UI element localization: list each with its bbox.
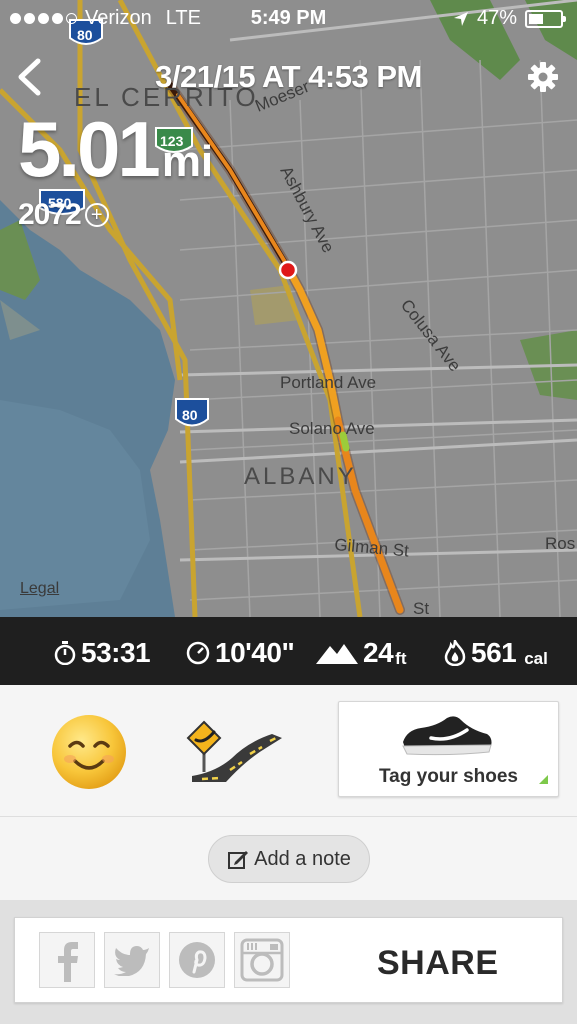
gear-icon: [528, 62, 558, 92]
location-arrow-icon: [453, 11, 468, 26]
distance-display: 5.01 mi: [18, 110, 213, 188]
map-label: St: [413, 599, 429, 617]
run-date-title: 3/21/15 AT 4:53 PM: [155, 59, 422, 94]
add-note-label: Add a note: [254, 847, 351, 870]
stat-duration: 53:31: [54, 637, 151, 669]
nikefuel-value: 2072: [18, 198, 82, 231]
edit-note-icon: [228, 851, 249, 869]
elevation-unit: ft: [395, 649, 407, 668]
run-header: 3/21/15 AT 4:53 PM: [0, 55, 577, 105]
map-legal-link[interactable]: Legal: [20, 580, 59, 598]
duration-value: 53:31: [81, 637, 151, 668]
elevation-value: 24: [363, 637, 394, 668]
twitter-share-button[interactable]: [104, 932, 160, 988]
nikefuel-display[interactable]: 2072 +: [18, 198, 109, 232]
map-label: Solano Ave: [289, 419, 375, 438]
battery-icon: [525, 9, 566, 28]
distance-unit: mi: [161, 137, 214, 186]
mood-button[interactable]: [50, 713, 128, 791]
run-details-panel: Tag your shoes Add a note: [0, 685, 577, 900]
shoe-icon: [402, 716, 492, 756]
speedometer-icon: [186, 641, 210, 665]
instagram-icon: [240, 938, 284, 982]
stats-bar: 53:31 10'40" 24 ft 561 cal: [0, 617, 577, 685]
share-button[interactable]: SHARE: [377, 944, 499, 983]
battery-fill: [529, 13, 544, 24]
calories-unit: cal: [524, 649, 548, 668]
facebook-icon: [58, 942, 78, 982]
corner-indicator: [539, 775, 548, 784]
share-section: SHARE: [0, 900, 577, 1024]
add-note-button[interactable]: Add a note: [208, 835, 370, 883]
tag-shoes-button[interactable]: Tag your shoes: [338, 701, 559, 797]
map-label: Portland Ave: [280, 373, 376, 392]
road-terrain-icon: [186, 720, 282, 782]
twitter-icon: [114, 946, 149, 976]
tag-shoes-label: Tag your shoes: [378, 766, 518, 787]
distance-value: 5.01: [18, 105, 161, 193]
share-card: SHARE: [14, 917, 563, 1003]
stopwatch-icon: [54, 641, 76, 665]
stat-elevation: 24 ft: [316, 637, 406, 669]
status-bar: Verizon LTE 5:49 PM 47%: [0, 0, 577, 38]
calories-value: 561: [471, 637, 517, 668]
pinterest-share-button[interactable]: [169, 932, 225, 988]
instagram-share-button[interactable]: [234, 932, 290, 988]
fuel-plus-icon: +: [84, 203, 109, 227]
divider: [0, 816, 577, 817]
terrain-button[interactable]: [186, 720, 284, 785]
pinterest-icon: [179, 942, 215, 978]
highway-shield-label: 80: [182, 407, 198, 423]
pace-value: 10'40": [215, 637, 295, 668]
street-grid: [179, 59, 577, 617]
status-right: 47%: [453, 7, 566, 30]
stat-calories: 561 cal: [444, 637, 548, 669]
smiling-face-icon: [52, 715, 126, 789]
map-label: ALBANY: [244, 463, 357, 490]
battery-percent: 47%: [476, 7, 517, 29]
stat-pace: 10'40": [186, 637, 295, 669]
facebook-share-button[interactable]: [39, 932, 95, 988]
route-marker[interactable]: [278, 260, 298, 280]
settings-button[interactable]: [523, 57, 563, 97]
map-label: Ros: [545, 534, 575, 553]
mountain-icon: [316, 644, 358, 664]
flame-icon: [444, 640, 466, 666]
